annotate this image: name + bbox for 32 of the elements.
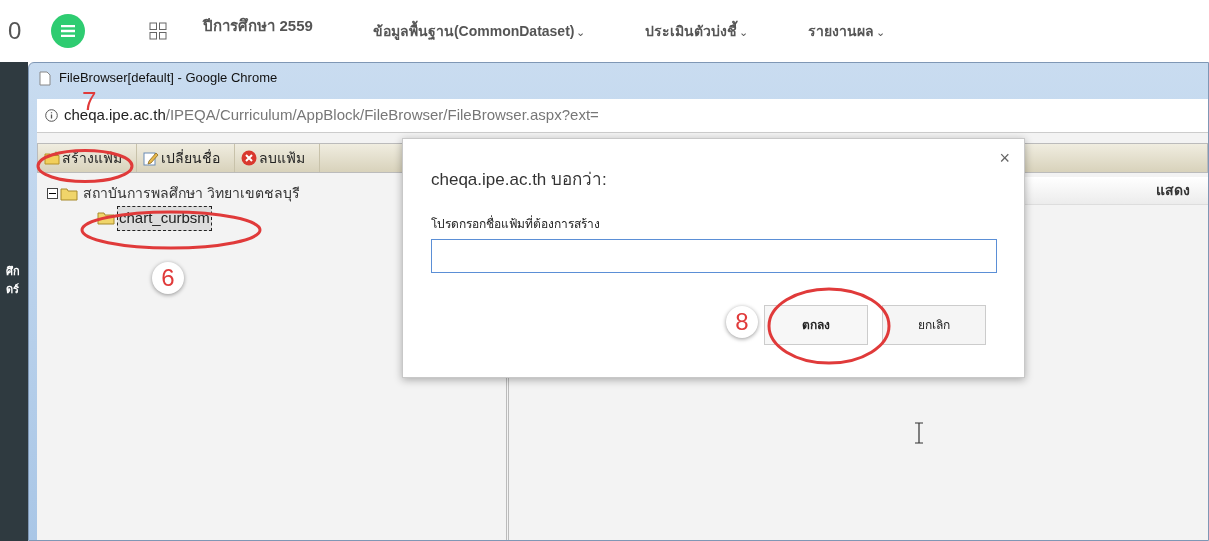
academic-year: ปีการศึกษา 2559 bbox=[203, 15, 313, 36]
window-title: FileBrowser[default] - Google Chrome bbox=[59, 69, 278, 88]
nav-menu[interactable]: รายงานผล⌄ bbox=[808, 20, 886, 42]
text-cursor-icon bbox=[913, 421, 924, 444]
cut-text: ดร์ bbox=[6, 282, 20, 297]
tree-item[interactable]: chart_curbsm bbox=[117, 206, 212, 231]
close-button[interactable]: × bbox=[999, 149, 1010, 167]
menu-icon bbox=[61, 25, 76, 37]
tree-item[interactable]: สถาบันการพลศึกษา วิทยาเขตชลบุรี bbox=[83, 183, 300, 204]
folder-name-field[interactable] bbox=[431, 239, 997, 273]
counter: 0 bbox=[8, 16, 22, 46]
dialog-button[interactable]: ยกเลิก bbox=[882, 305, 986, 345]
grid-icon[interactable] bbox=[149, 22, 168, 40]
info-icon bbox=[45, 109, 58, 122]
toolbar-button[interactable]: เปลี่ยนชื่อ bbox=[141, 144, 235, 172]
tree-toggle[interactable] bbox=[47, 188, 58, 199]
folder-icon bbox=[44, 151, 60, 165]
dialog-title: cheqa.ipe.ac.th บอกว่า: bbox=[431, 169, 607, 191]
nav-menu[interactable]: ข้อมูลพื้นฐาน(CommonDataset)⌄ bbox=[372, 20, 586, 42]
dialog-button[interactable]: ตกลง bbox=[764, 305, 868, 345]
dialog-message: โปรดกรอกชื่อแฟ้มที่ต้องการสร้าง bbox=[431, 215, 600, 233]
cut-text: ศึก bbox=[6, 264, 21, 279]
toolbar-button[interactable]: ลบแฟ้ม bbox=[239, 144, 320, 172]
column-header: แสดง bbox=[1156, 181, 1190, 200]
nav-menu[interactable]: ประเมินตัวบ่งชี้⌄ bbox=[645, 20, 749, 42]
folder-icon bbox=[97, 211, 115, 226]
page-icon bbox=[39, 70, 51, 86]
toolbar-button[interactable]: สร้างแฟ้ม bbox=[42, 144, 137, 172]
delete-icon bbox=[241, 150, 257, 166]
folder-icon bbox=[60, 186, 78, 201]
pencil-icon bbox=[143, 150, 159, 166]
minus-icon bbox=[49, 190, 56, 197]
